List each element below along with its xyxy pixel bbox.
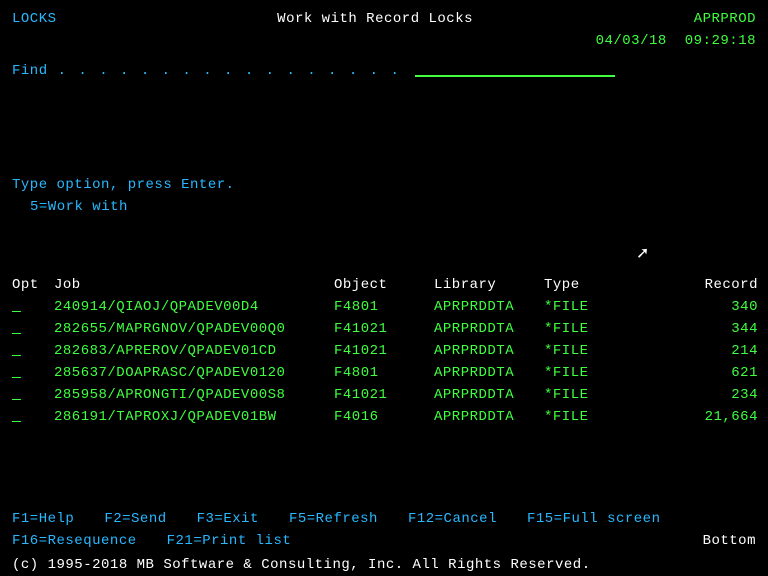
fkey-f12[interactable]: F12=Cancel (408, 508, 497, 530)
page-title: Work with Record Locks (57, 8, 694, 30)
cell-job: 240914/QIAOJ/QPADEV00D4 (54, 296, 334, 318)
fkey-f2[interactable]: F2=Send (104, 508, 166, 530)
cell-record: 21,664 (644, 406, 764, 428)
opt-input[interactable]: _ (12, 384, 26, 406)
cell-record: 214 (644, 340, 764, 362)
cell-type: *FILE (544, 362, 644, 384)
scroll-position: Bottom (703, 530, 756, 552)
cell-library: APRPRDDTA (434, 384, 544, 406)
table-row: _ 285958/APRONGTI/QPADEV00S8F41021APRPRDD… (12, 384, 756, 406)
cell-type: *FILE (544, 384, 644, 406)
opt-input[interactable]: _ (12, 362, 26, 384)
instructions-line1: Type option, press Enter. (12, 174, 756, 196)
fkey-f16[interactable]: F16=Resequence (12, 530, 137, 552)
cell-library: APRPRDDTA (434, 296, 544, 318)
cell-job: 286191/TAPROXJ/QPADEV01BW (54, 406, 334, 428)
cell-object: F4016 (334, 406, 434, 428)
screen-id: LOCKS (12, 8, 57, 30)
opt-input[interactable]: _ (12, 296, 26, 318)
col-type: Type (544, 274, 644, 296)
system-name: APRPROD (694, 8, 756, 30)
cell-object: F41021 (334, 318, 434, 340)
copyright: (c) 1995-2018 MB Software & Consulting, … (12, 554, 756, 576)
opt-input[interactable]: _ (12, 406, 26, 428)
find-dots-icon: . . . . . . . . . . . . . . . . . (58, 60, 401, 82)
cell-record: 234 (644, 384, 764, 406)
col-object: Object (334, 274, 434, 296)
cell-job: 285637/DOAPRASC/QPADEV0120 (54, 362, 334, 384)
cell-job: 282655/MAPRGNOV/QPADEV00Q0 (54, 318, 334, 340)
cell-job: 285958/APRONGTI/QPADEV00S8 (54, 384, 334, 406)
cell-type: *FILE (544, 296, 644, 318)
column-header-row: Opt Job Object Library Type Record (12, 274, 756, 296)
cell-library: APRPRDDTA (434, 340, 544, 362)
cell-record: 340 (644, 296, 764, 318)
table-row: _ 285637/DOAPRASC/QPADEV0120F4801APRPRDDT… (12, 362, 756, 384)
cell-type: *FILE (544, 340, 644, 362)
opt-input[interactable]: _ (12, 340, 26, 362)
table-row: _ 282683/APREROV/QPADEV01CDF41021APRPRDDT… (12, 340, 756, 362)
cell-library: APRPRDDTA (434, 406, 544, 428)
fkey-f21[interactable]: F21=Print list (167, 530, 292, 552)
col-library: Library (434, 274, 544, 296)
cell-type: *FILE (544, 318, 644, 340)
cell-object: F4801 (334, 362, 434, 384)
cell-library: APRPRDDTA (434, 362, 544, 384)
cell-object: F4801 (334, 296, 434, 318)
fkey-f15[interactable]: F15=Full screen (527, 508, 661, 530)
fkey-f5[interactable]: F5=Refresh (289, 508, 378, 530)
col-job: Job (54, 274, 334, 296)
table-row: _ 282655/MAPRGNOV/QPADEV00Q0F41021APRPRDD… (12, 318, 756, 340)
find-section: Find . . . . . . . . . . . . . . . . . (12, 60, 756, 82)
mouse-cursor-icon: ➚ (636, 243, 650, 265)
cell-job: 282683/APREROV/QPADEV01CD (54, 340, 334, 362)
table-row: _ 286191/TAPROXJ/QPADEV01BWF4016APRPRDDTA… (12, 406, 756, 428)
cell-object: F41021 (334, 384, 434, 406)
fkey-f3[interactable]: F3=Exit (197, 508, 259, 530)
time: 09:29:18 (685, 30, 756, 52)
col-record: Record (644, 274, 764, 296)
table-row: _ 240914/QIAOJ/QPADEV00D4F4801APRPRDDTA*F… (12, 296, 756, 318)
cell-record: 621 (644, 362, 764, 384)
cell-library: APRPRDDTA (434, 318, 544, 340)
col-opt: Opt (12, 274, 54, 296)
find-label: Find (12, 60, 48, 82)
opt-input[interactable]: _ (12, 318, 26, 340)
instructions-line2: 5=Work with (12, 196, 756, 218)
find-input[interactable] (415, 59, 615, 77)
cell-type: *FILE (544, 406, 644, 428)
cell-record: 344 (644, 318, 764, 340)
date: 04/03/18 (596, 30, 667, 52)
fkey-f1[interactable]: F1=Help (12, 508, 74, 530)
cell-object: F41021 (334, 340, 434, 362)
